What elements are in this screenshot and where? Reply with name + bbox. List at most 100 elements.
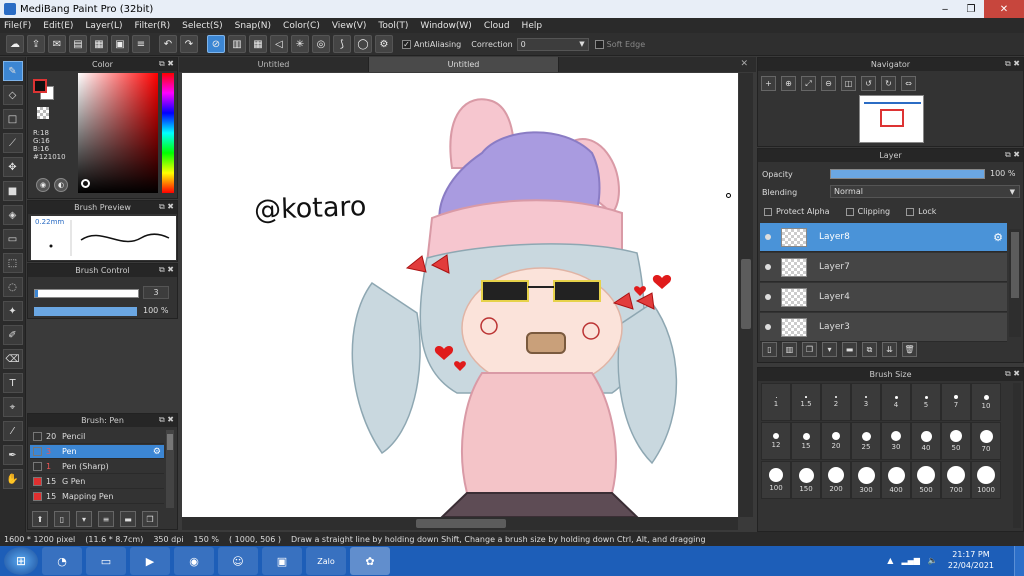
brush-size-option[interactable]: 150 [791, 461, 821, 499]
brush-size-slider[interactable] [34, 289, 139, 298]
media-player-icon[interactable]: ▶ [130, 547, 170, 575]
concentric-snap-icon[interactable]: ◎ [312, 35, 330, 53]
news-icon[interactable]: ▤ [69, 35, 87, 53]
zoom-reset-icon[interactable]: ⊖ [821, 76, 836, 91]
delete-layer-icon[interactable]: 🗑 [902, 342, 917, 357]
gear-icon[interactable]: ⚙ [153, 447, 161, 457]
menu-edit[interactable]: Edit(E) [43, 21, 73, 31]
menu-snap[interactable]: Snap(N) [235, 21, 271, 31]
tab-untitled-2[interactable]: Untitled [369, 57, 559, 72]
foreground-color-swatch[interactable] [33, 79, 47, 93]
snap-settings-icon[interactable]: ⚙ [375, 35, 393, 53]
zalo-icon[interactable]: Zalo [306, 547, 346, 575]
dot-tool-icon[interactable]: □ [2, 109, 23, 129]
transparent-color-swatch[interactable] [37, 107, 49, 119]
menu-view[interactable]: View(V) [332, 21, 367, 31]
panel-close-icon[interactable]: ⧉ ✖ [159, 59, 174, 69]
circle-snap-icon[interactable]: ◯ [354, 35, 372, 53]
brush-size-option[interactable]: 50 [941, 422, 971, 460]
brush-size-option[interactable]: 1.5 [791, 383, 821, 421]
brush-item[interactable]: 1 Pen (Sharp) [30, 460, 164, 474]
gacha-app-icon[interactable]: ☺ [218, 547, 258, 575]
soft-edge-checkbox[interactable] [594, 39, 604, 49]
menu-tool[interactable]: Tool(T) [378, 21, 408, 31]
brush-folder-icon[interactable]: ▬ [120, 511, 136, 527]
lock-option[interactable]: Lock [906, 207, 936, 216]
brush-item[interactable]: 20 Pencil [30, 430, 164, 444]
signal-icon[interactable]: ▂▄▆ [901, 556, 919, 565]
lasso-tool-icon[interactable]: ◌ [2, 277, 23, 297]
new-layer-icon[interactable]: ▯ [762, 342, 777, 357]
brush-size-option[interactable]: 1 [761, 383, 791, 421]
brush-size-option[interactable]: 20 [821, 422, 851, 460]
radial-snap-icon[interactable]: ✳ [291, 35, 309, 53]
eyedropper-tool-icon[interactable]: ⁄ [2, 421, 23, 441]
panel-close-icon[interactable]: ⧉ ✖ [1005, 59, 1020, 69]
close-tab-icon[interactable]: ✕ [740, 59, 748, 69]
panel-close-icon[interactable]: ⧉ ✖ [1005, 150, 1020, 160]
visibility-icon[interactable] [765, 294, 771, 300]
brush-size-option[interactable]: 30 [881, 422, 911, 460]
brush-size-option[interactable]: 3 [851, 383, 881, 421]
eraser-tool-icon[interactable]: ◇ [2, 85, 23, 105]
zoom-out-icon[interactable]: ⊕ [781, 76, 796, 91]
brush-list-icon[interactable]: ≡ [98, 511, 114, 527]
panel-close-icon[interactable]: ⧉ ✖ [159, 415, 174, 425]
protect-alpha-option[interactable]: Protect Alpha [764, 207, 830, 216]
share-icon[interactable]: ⇪ [27, 35, 45, 53]
fill-rect-tool-icon[interactable]: ■ [2, 181, 23, 201]
select-pen-tool-icon[interactable]: ✐ [2, 325, 23, 345]
tray-expand-icon[interactable]: ▲ [887, 556, 893, 565]
cloud-icon[interactable]: ☁ [6, 35, 24, 53]
visibility-icon[interactable] [765, 264, 771, 270]
file-explorer-icon[interactable]: ▭ [86, 547, 126, 575]
menu-color[interactable]: Color(C) [283, 21, 320, 31]
brush-size-option[interactable]: 25 [851, 422, 881, 460]
visibility-icon[interactable] [765, 234, 771, 240]
show-desktop-button[interactable] [1014, 546, 1024, 576]
flip-icon[interactable]: ⇔ [901, 76, 916, 91]
panel-close-icon[interactable]: ⧉ ✖ [159, 265, 174, 275]
drawing-canvas[interactable]: @kotaro [182, 73, 738, 517]
layer-row-layer7[interactable]: Layer7 [760, 253, 1007, 282]
correction-select[interactable]: 0 ▼ [516, 37, 589, 51]
visibility-icon[interactable] [765, 324, 771, 330]
zoom-in-icon[interactable]: + [761, 76, 776, 91]
brush-item[interactable]: 3 Pen ⚙ [30, 445, 164, 459]
brush-size-scrollbar[interactable] [1013, 383, 1021, 528]
menu-help[interactable]: Help [522, 21, 543, 31]
add-brush-icon[interactable]: ⬆ [32, 511, 48, 527]
copy-layer-icon[interactable]: ⧉ [862, 342, 877, 357]
brush-tool-icon[interactable]: ✎ [2, 61, 23, 81]
grid-snap-icon[interactable]: ▦ [249, 35, 267, 53]
fit-icon[interactable]: ⤢ [801, 76, 816, 91]
new-brush-icon[interactable]: ▯ [54, 511, 70, 527]
brush-size-option[interactable]: 300 [851, 461, 881, 499]
brush-size-option[interactable]: 5 [911, 383, 941, 421]
brush-item[interactable]: 15 Mapping Pen [30, 490, 164, 504]
gear-icon[interactable]: ⚙ [993, 231, 1003, 244]
close-button[interactable]: ✕ [984, 0, 1024, 18]
brush-size-option[interactable]: 500 [911, 461, 941, 499]
snap-off-icon[interactable]: ⊘ [207, 35, 225, 53]
document-icon[interactable]: ▦ [90, 35, 108, 53]
layer-row-layer8[interactable]: Layer8 ⚙ [760, 223, 1007, 252]
brush-size-option[interactable]: 2 [821, 383, 851, 421]
menu-select[interactable]: Select(S) [182, 21, 223, 31]
store-icon[interactable]: ▣ [262, 547, 302, 575]
magic-wand-tool-icon[interactable]: ✦ [2, 301, 23, 321]
hue-slider[interactable] [162, 73, 174, 193]
perspective-snap-icon[interactable]: ◁ [270, 35, 288, 53]
volume-icon[interactable]: 🔈 [928, 556, 938, 565]
medibang-taskbar-icon[interactable]: ✿ [350, 547, 390, 575]
actual-size-icon[interactable]: ◫ [841, 76, 856, 91]
undo-icon[interactable]: ↶ [159, 35, 177, 53]
merge-layer-icon[interactable]: ⇊ [882, 342, 897, 357]
clock[interactable]: 21:17 PM 22/04/2021 [948, 549, 994, 571]
brush-size-option[interactable]: 12 [761, 422, 791, 460]
redo-icon[interactable]: ↷ [180, 35, 198, 53]
brush-size-option[interactable]: 400 [881, 461, 911, 499]
menu-window[interactable]: Window(W) [420, 21, 471, 31]
start-button[interactable]: ⊞ [4, 547, 38, 575]
navigator-thumbnail[interactable] [859, 95, 924, 143]
